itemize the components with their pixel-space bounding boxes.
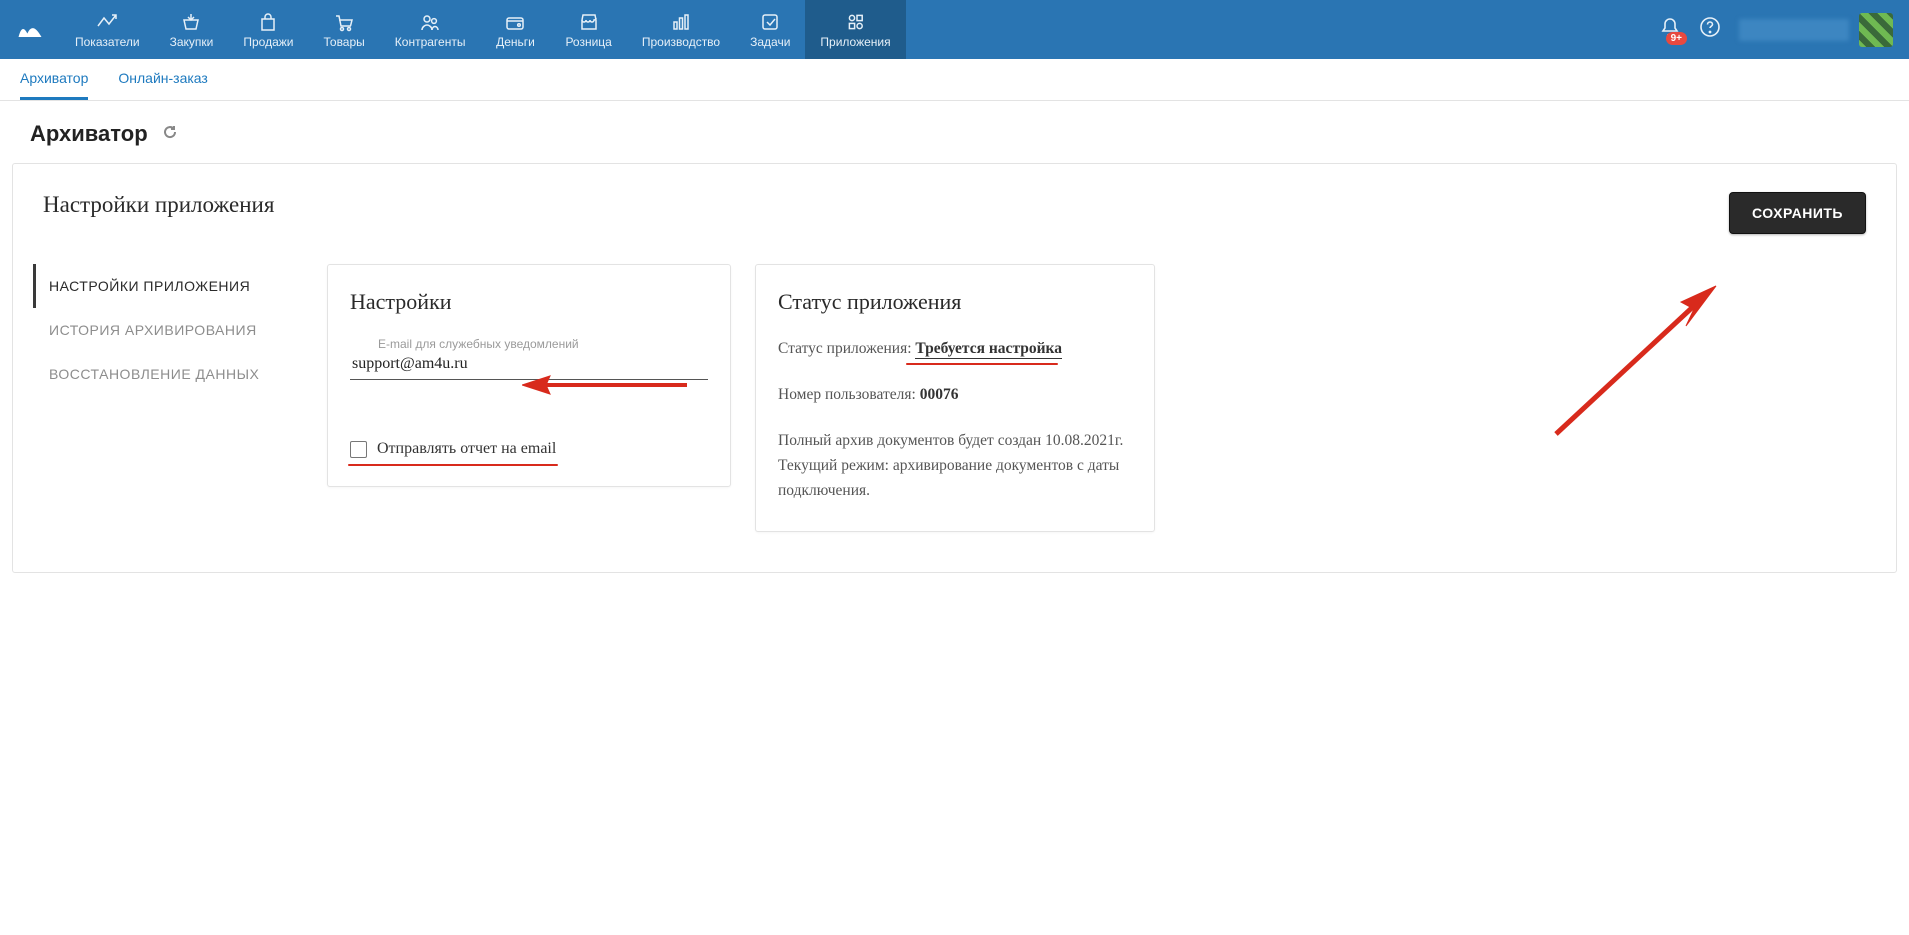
annotation-underline-status <box>906 363 1058 365</box>
page-header: Архиватор <box>0 101 1909 163</box>
wallet-icon <box>504 11 526 33</box>
cart-icon <box>333 11 355 33</box>
annotation-underline-checkbox <box>348 464 558 466</box>
page-title: Архиватор <box>30 121 148 147</box>
notifications-bell[interactable]: 9+ <box>1659 16 1681 43</box>
side-item-settings[interactable]: НАСТРОЙКИ ПРИЛОЖЕНИЯ <box>33 264 303 308</box>
bars-icon <box>670 11 692 33</box>
nav-money[interactable]: Деньги <box>480 0 550 59</box>
nav-retail[interactable]: Розница <box>550 0 626 59</box>
nav-sales[interactable]: Продажи <box>228 0 308 59</box>
side-menu: НАСТРОЙКИ ПРИЛОЖЕНИЯ ИСТОРИЯ АРХИВИРОВАН… <box>43 264 303 396</box>
send-report-label: Отправлять отчет на email <box>377 440 556 458</box>
subtab-archiver[interactable]: Архиватор <box>20 59 88 100</box>
nav-purchases[interactable]: Закупки <box>155 0 229 59</box>
apps-icon <box>845 11 867 33</box>
user-menu[interactable] <box>1739 13 1893 47</box>
notification-badge: 9+ <box>1666 32 1687 45</box>
send-report-checkbox[interactable] <box>350 441 367 458</box>
chart-icon <box>96 11 118 33</box>
side-item-restore[interactable]: ВОССТАНОВЛЕНИЕ ДАННЫХ <box>43 352 303 396</box>
nav-label: Производство <box>642 35 720 49</box>
nav-indicators[interactable]: Показатели <box>60 0 155 59</box>
email-field-label: E-mail для служебных уведомлений <box>350 337 708 351</box>
nav-apps[interactable]: Приложения <box>805 0 905 59</box>
app-logo[interactable] <box>0 0 60 59</box>
nav-label: Деньги <box>496 35 535 49</box>
bag-icon <box>257 11 279 33</box>
nav-label: Задачи <box>750 35 790 49</box>
user-number-prefix: Номер пользователя: <box>778 386 920 403</box>
nav-label: Продажи <box>243 35 293 49</box>
basket-in-icon <box>180 11 202 33</box>
status-card-title: Статус приложения <box>778 289 1132 315</box>
people-icon <box>419 11 441 33</box>
nav-label: Закупки <box>170 35 214 49</box>
email-input[interactable] <box>350 351 708 380</box>
main-content-frame: Настройки приложения СОХРАНИТЬ НАСТРОЙКИ… <box>12 163 1897 573</box>
top-navbar: Показатели Закупки Продажи Товары Контра… <box>0 0 1909 59</box>
frame-title: Настройки приложения <box>43 192 274 218</box>
status-prefix: Статус приложения: <box>778 340 915 357</box>
nav-production[interactable]: Производство <box>627 0 735 59</box>
subtab-online-order[interactable]: Онлайн-заказ <box>118 59 207 100</box>
topbar-right: 9+ <box>1659 0 1909 59</box>
user-name-hidden <box>1739 19 1849 41</box>
user-avatar <box>1859 13 1893 47</box>
user-number-value: 00076 <box>920 386 959 403</box>
nav-label: Приложения <box>820 35 890 49</box>
status-description: Полный архив документов будет создан 10.… <box>778 429 1132 503</box>
check-square-icon <box>759 11 781 33</box>
nav-goods[interactable]: Товары <box>309 0 380 59</box>
nav-label: Розница <box>565 35 611 49</box>
settings-card: Настройки E-mail для служебных уведомлен… <box>327 264 731 487</box>
refresh-icon[interactable] <box>162 124 178 145</box>
side-item-history[interactable]: ИСТОРИЯ АРХИВИРОВАНИЯ <box>43 308 303 352</box>
store-icon <box>578 11 600 33</box>
help-button[interactable] <box>1699 16 1721 43</box>
sub-tabs: Архиватор Онлайн-заказ <box>0 59 1909 101</box>
nav-counterparties[interactable]: Контрагенты <box>380 0 481 59</box>
status-value: Требуется настройка <box>915 340 1062 359</box>
nav-label: Контрагенты <box>395 35 466 49</box>
nav-tasks[interactable]: Задачи <box>735 0 805 59</box>
nav-label: Показатели <box>75 35 140 49</box>
nav-label: Товары <box>324 35 365 49</box>
settings-card-title: Настройки <box>350 289 708 315</box>
save-button[interactable]: СОХРАНИТЬ <box>1729 192 1866 234</box>
status-card: Статус приложения Статус приложения: Тре… <box>755 264 1155 532</box>
